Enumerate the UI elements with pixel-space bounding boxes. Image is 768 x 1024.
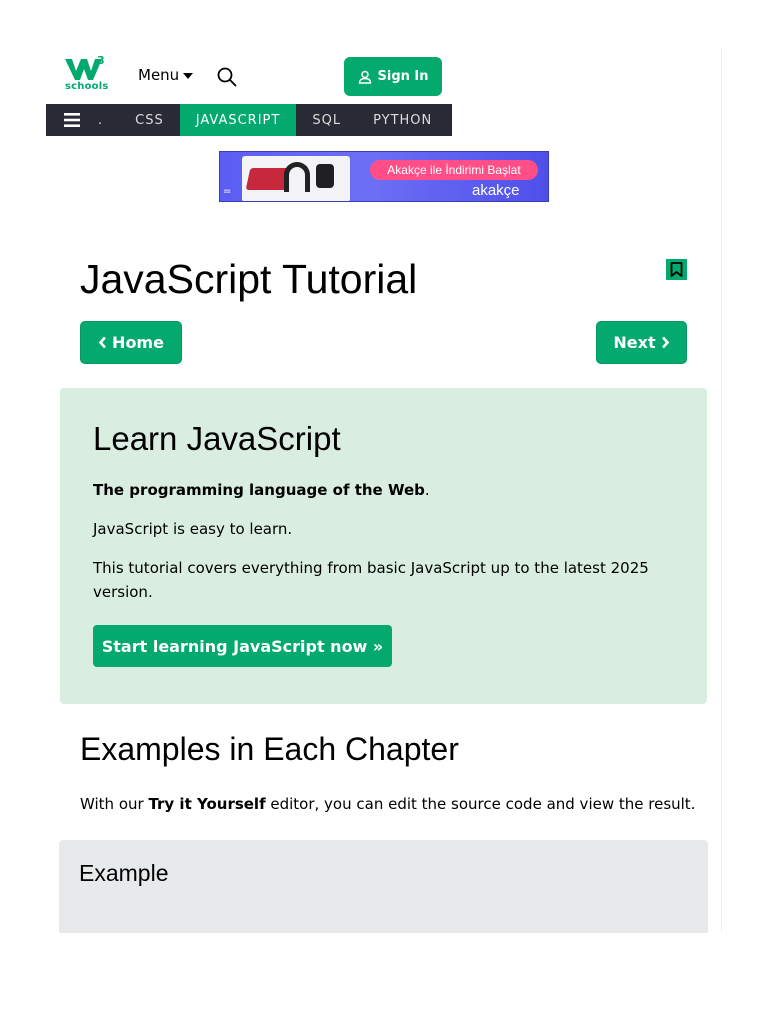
learn-tagline: The programming language of the Web.: [93, 478, 430, 502]
navbar-item-javascript[interactable]: JAVASCRIPT: [179, 104, 297, 136]
next-button[interactable]: Next: [596, 321, 687, 364]
learn-tagline-bold: The programming language of the Web: [93, 481, 425, 499]
chevron-left-icon: [98, 336, 107, 349]
right-divider: [721, 48, 722, 932]
ad-cta: Akakçe ile İndirimi Başlat: [370, 160, 538, 180]
example-panel: Example: [59, 840, 708, 933]
examples-text: With our Try it Yourself editor, you can…: [80, 793, 695, 815]
learn-coverage-text: This tutorial covers everything from bas…: [93, 559, 649, 601]
next-label: Next: [613, 333, 656, 352]
bookmark-icon: [670, 262, 683, 277]
menu-label: Menu: [138, 66, 180, 84]
examples-text-start: With our: [80, 795, 149, 813]
chevron-right-icon: [661, 336, 669, 349]
page-title: JavaScript Tutorial: [80, 256, 418, 302]
logo-wordmark: schools: [65, 81, 109, 92]
ad-marker: =: [223, 186, 232, 197]
examples-text-end: editor, you can edit the source code and…: [265, 795, 696, 813]
learn-tagline-end: .: [424, 481, 430, 499]
ad-brand: akakçe: [472, 182, 520, 199]
caret-down-icon: [183, 73, 194, 79]
navbar-item-python[interactable]: PYTHON: [357, 104, 448, 136]
start-learning-button[interactable]: Start learning JavaScript now »: [93, 625, 392, 667]
bookmark-button[interactable]: [666, 259, 687, 280]
navbar-menu-toggle[interactable]: [46, 104, 90, 136]
topic-navbar: . CSS JAVASCRIPT SQL PYTHON: [46, 104, 452, 136]
navbar-item-sql[interactable]: SQL: [296, 104, 357, 136]
hamburger-icon: [64, 113, 80, 127]
navbar-item-truncated[interactable]: .: [90, 104, 119, 136]
navbar-item-css[interactable]: CSS: [119, 104, 180, 136]
home-label: Home: [112, 333, 164, 352]
search-icon[interactable]: [216, 66, 238, 88]
menu-button[interactable]: Menu: [138, 66, 194, 84]
learn-javascript-panel: Learn JavaScript The programming languag…: [60, 388, 707, 704]
example-heading: Example: [79, 860, 169, 886]
w3schools-logo[interactable]: 3 schools: [64, 54, 109, 94]
logo-superscript: 3: [97, 54, 105, 67]
ad-banner[interactable]: Akakçe ile İndirimi Başlat akakçe =: [219, 151, 549, 202]
home-button[interactable]: Home: [80, 321, 182, 364]
user-icon: [358, 70, 371, 84]
learn-heading: Learn JavaScript: [93, 420, 341, 457]
learn-easy-text: JavaScript is easy to learn.: [93, 520, 293, 538]
sign-in-button[interactable]: Sign In: [344, 57, 442, 96]
sign-in-label: Sign In: [377, 69, 429, 84]
ad-product-image: [242, 156, 350, 201]
examples-heading: Examples in Each Chapter: [80, 731, 459, 767]
try-it-yourself-text: Try it Yourself: [148, 795, 266, 813]
